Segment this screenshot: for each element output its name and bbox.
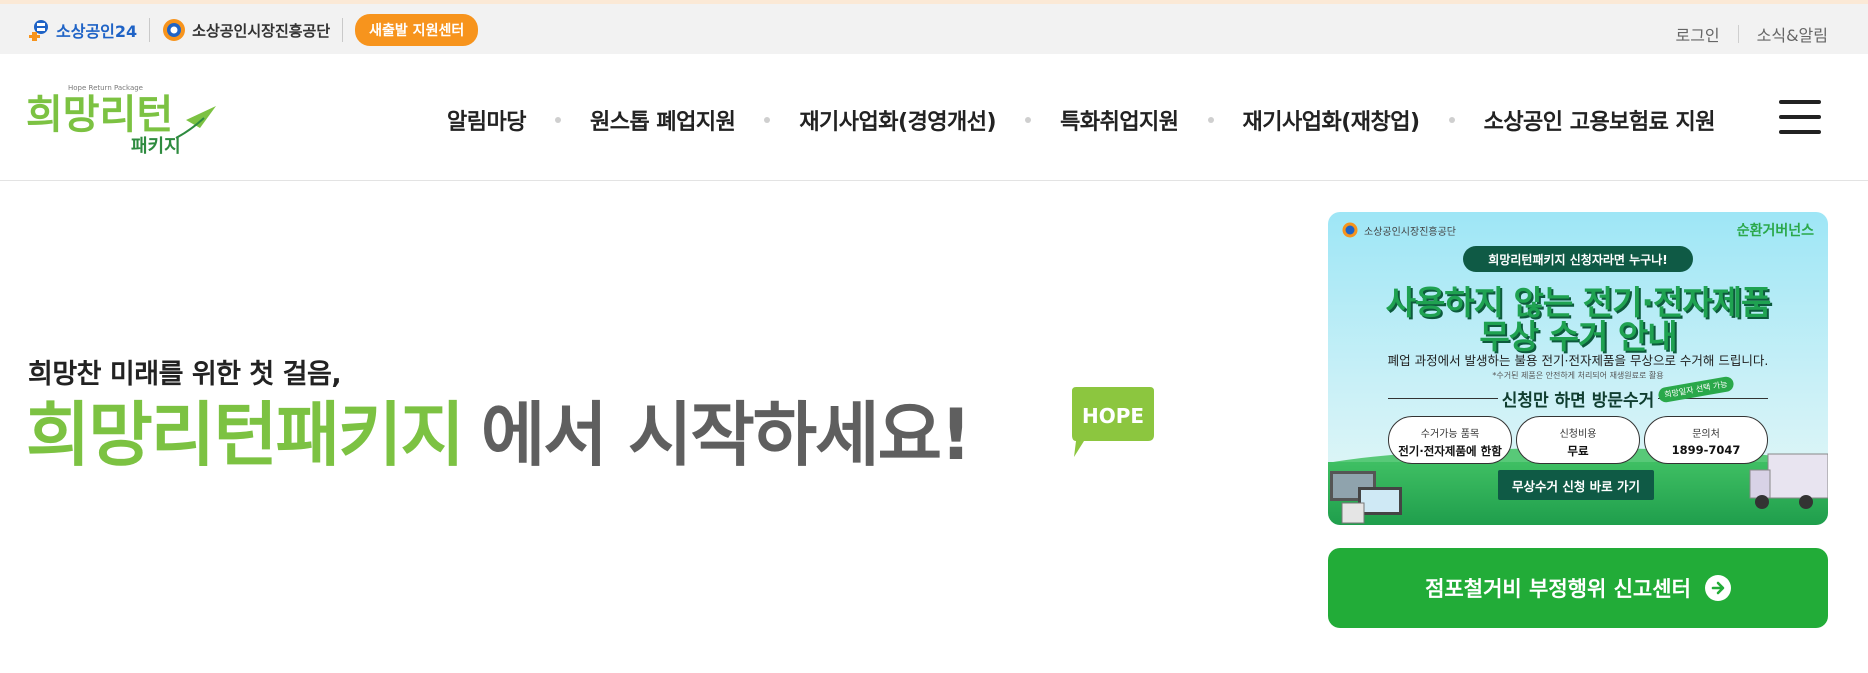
nav-onestop-closure[interactable]: 원스톱 폐업지원 xyxy=(590,104,736,136)
nav-employment-insurance[interactable]: 소상공인 고용보험료 지원 xyxy=(1484,104,1716,136)
nav-separator-dot xyxy=(1207,117,1214,123)
banner-pill: 희망리턴패키지 신청자라면 누구나! xyxy=(1463,246,1693,272)
hamburger-menu-icon[interactable] xyxy=(1779,100,1821,134)
svg-text:패키지: 패키지 xyxy=(131,136,181,157)
banner-info-cost: 신청비용 무료 xyxy=(1516,416,1640,464)
store-demolition-fraud-report-button[interactable]: 점포철거비 부정행위 신고센터 xyxy=(1328,548,1828,628)
svg-text:HOPE: HOPE xyxy=(1082,404,1144,428)
arrow-right-icon xyxy=(1704,575,1731,601)
logo-graphic: 희망리턴 Hope Return Package 패키지 xyxy=(26,84,216,157)
semas-small-icon xyxy=(1342,222,1358,238)
divider xyxy=(342,18,344,42)
banner-visit-text: 신청만 하면 방문수거 xyxy=(1501,391,1655,411)
nav-restart-startup[interactable]: 재기사업화(재창업) xyxy=(1243,104,1421,136)
banner-info-items: 수거가능 품목 전기·전자제품에 한함 xyxy=(1388,416,1512,464)
fresh-start-center-button[interactable]: 새출발 지원센터 xyxy=(355,14,479,46)
divider xyxy=(1737,25,1739,43)
hope-return-package-logo[interactable]: 희망리턴 Hope Return Package 패키지 xyxy=(26,78,226,158)
main-navigation: 알림마당 원스톱 폐업지원 재기사업화(경영개선) 특화취업지원 재기사업화(재… xyxy=(447,104,1716,136)
info-label: 신청비용 xyxy=(1559,429,1597,440)
banner-description: 폐업 과정에서 발생하는 불용 전기·전자제품을 무상으로 수거해 드립니다. xyxy=(1387,353,1769,368)
banner-org-text: 소상공인시장진흥공단 xyxy=(1364,226,1456,238)
hero-title: 희망리턴패키지 에서 시작하세요! xyxy=(26,394,972,476)
semas-logo-icon xyxy=(162,18,186,42)
electronics-illustration-icon xyxy=(1330,471,1402,524)
sbiz24-logo-link[interactable]: 소상공인24 xyxy=(28,18,137,42)
login-link[interactable]: 로그인 xyxy=(1675,22,1719,46)
nav-notice-board[interactable]: 알림마당 xyxy=(447,104,526,136)
nav-employment-support[interactable]: 특화취업지원 xyxy=(1060,104,1179,136)
svg-text:희망리턴: 희망리턴 xyxy=(26,92,173,138)
banner-note: *수거된 제품은 안전하게 처리되어 재생원료로 활용 xyxy=(1492,371,1664,380)
divider xyxy=(149,18,151,42)
report-button-label: 점포철거비 부정행위 신고센터 xyxy=(1425,577,1691,601)
top-bar-right: 로그인 소식&알림 xyxy=(1675,22,1828,46)
hero-title-rest: 에서 시작하세요! xyxy=(480,394,972,476)
nav-separator-dot xyxy=(1025,117,1032,123)
nav-separator-dot xyxy=(554,117,561,123)
hope-speech-bubble-icon: HOPE xyxy=(1070,385,1156,461)
nav-separator-dot xyxy=(1448,117,1455,123)
top-bar-left: 소상공인24 소상공인시장진흥공단 새출발 지원센터 xyxy=(28,14,479,46)
info-label: 문의처 xyxy=(1692,429,1720,440)
hero-subtitle: 희망찬 미래를 위한 첫 걸음, xyxy=(28,359,342,390)
nav-separator-dot xyxy=(764,117,771,123)
sbiz24-logo-icon xyxy=(28,18,54,42)
banner-org: 소상공인시장진흥공단 xyxy=(1342,222,1456,238)
info-label: 수거가능 품목 xyxy=(1420,429,1480,440)
news-notice-link[interactable]: 소식&알림 xyxy=(1757,22,1828,46)
free-pickup-banner[interactable]: 소상공인시장진흥공단 순환거버넌스 희망리턴패키지 신청자라면 누구나! 사용하… xyxy=(1328,212,1828,525)
truck-icon xyxy=(1749,453,1828,509)
banner-brand: 순환거버넌스 xyxy=(1736,223,1814,239)
free-pickup-apply-button[interactable]: 무상수거 신청 바로 가기 xyxy=(1498,470,1654,500)
semas-logo-link[interactable]: 소상공인시장진흥공단 xyxy=(162,18,330,42)
svg-text:Hope Return Package: Hope Return Package xyxy=(68,84,143,92)
semas-logo-text: 소상공인시장진흥공단 xyxy=(192,21,331,40)
nav-restart-management[interactable]: 재기사업화(경영개선) xyxy=(799,104,996,136)
top-utility-bar: 소상공인24 소상공인시장진흥공단 새출발 지원센터 로그인 소식&알림 xyxy=(0,0,1868,54)
hero-title-highlight: 희망리턴패키지 xyxy=(26,394,465,476)
info-value: 무료 xyxy=(1567,444,1589,458)
info-value: 전기·전자제품에 한함 xyxy=(1398,444,1502,458)
main-header: 희망리턴 Hope Return Package 패키지 알림마당 원스톱 폐업… xyxy=(0,54,1868,181)
sbiz24-logo-text: 소상공인24 xyxy=(56,22,138,41)
